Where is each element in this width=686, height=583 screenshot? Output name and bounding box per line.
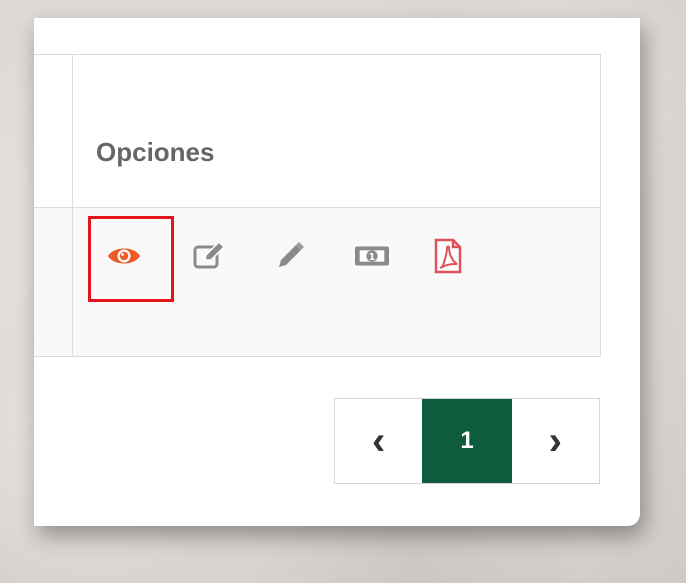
column-divider (72, 55, 73, 207)
pagination: ‹ 1 › (334, 398, 600, 484)
pdf-icon (434, 238, 462, 274)
data-table: Opciones 1 (34, 54, 601, 357)
page-number-button[interactable]: 1 (422, 399, 512, 483)
svg-text:1: 1 (369, 252, 376, 263)
page-number: 1 (460, 427, 474, 454)
pencil-icon (279, 242, 304, 267)
edit-button[interactable] (191, 238, 227, 274)
chevron-left-icon: ‹ (372, 419, 386, 463)
next-page-button[interactable]: › (511, 399, 600, 483)
view-button[interactable] (106, 238, 142, 274)
content-panel: Opciones 1 ‹ 1 › (34, 18, 640, 526)
payment-button[interactable]: 1 (354, 238, 390, 274)
table-row: 1 (34, 208, 600, 357)
table-header-row: Opciones (34, 55, 600, 208)
edit-square-icon (193, 241, 226, 269)
modify-button[interactable] (272, 238, 308, 274)
prev-page-button[interactable]: ‹ (335, 399, 423, 483)
options-column-header: Opciones (96, 137, 215, 167)
money-icon: 1 (354, 246, 390, 266)
chevron-right-icon: › (548, 419, 562, 463)
pdf-button[interactable] (430, 238, 466, 274)
eye-icon (108, 248, 140, 264)
column-divider (72, 208, 73, 356)
